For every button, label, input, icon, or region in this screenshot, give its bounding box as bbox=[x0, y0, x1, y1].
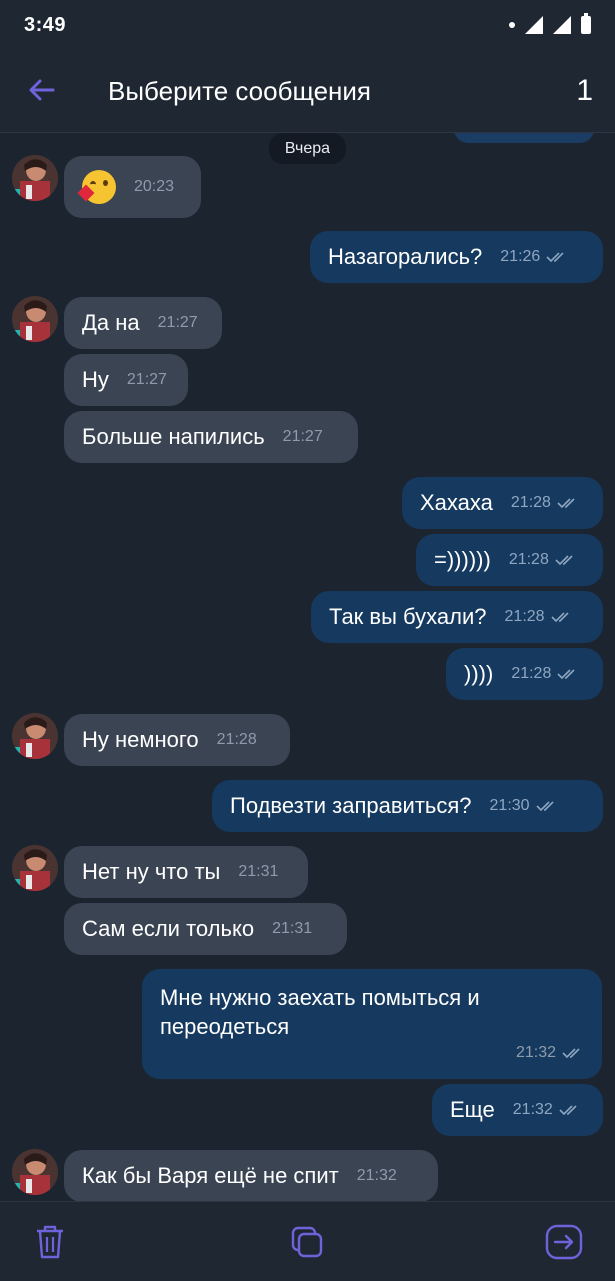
message-bubble-incoming[interactable]: Ну немного 21:28 bbox=[64, 714, 290, 766]
message-text: Сам если только bbox=[82, 916, 255, 941]
read-checkmarks-icon bbox=[550, 611, 573, 623]
message-time: 21:26 bbox=[500, 248, 541, 265]
status-bar: 3:49 bbox=[0, 0, 615, 52]
message-time: 21:28 bbox=[511, 665, 552, 682]
selected-count: 1 bbox=[576, 74, 593, 107]
message-time: 21:32 bbox=[515, 1044, 556, 1061]
message-time: 21:28 bbox=[504, 608, 545, 625]
selection-action-bar bbox=[0, 1201, 615, 1281]
read-checkmarks-icon bbox=[559, 1104, 581, 1116]
avatar[interactable] bbox=[12, 1149, 58, 1195]
message-time: 21:28 bbox=[510, 494, 551, 511]
message-text: Нет ну что ты bbox=[82, 859, 221, 884]
message-time: 21:30 bbox=[489, 797, 530, 814]
wifi-icon bbox=[525, 16, 543, 34]
message-text: Ну немного bbox=[82, 727, 199, 752]
read-checkmarks-icon bbox=[555, 554, 577, 566]
back-button[interactable] bbox=[22, 70, 62, 110]
read-checkmarks-icon bbox=[562, 1047, 584, 1059]
read-checkmarks-icon bbox=[557, 668, 579, 680]
contact-photo bbox=[12, 296, 58, 342]
message-text: Ну bbox=[82, 367, 109, 392]
copy-icon bbox=[291, 1226, 323, 1258]
message-time: 21:27 bbox=[282, 428, 323, 445]
page-title: Выберите сообщения bbox=[108, 76, 371, 106]
message-text-line-1: Мне нужно заехать помыться и bbox=[160, 985, 480, 1010]
message-time: 21:32 bbox=[512, 1101, 553, 1118]
message-bubble-outgoing[interactable]: Так вы бухали? 21:28 bbox=[311, 591, 603, 643]
message-bubble-incoming[interactable]: Сам если только 21:31 bbox=[64, 903, 347, 955]
read-checkmarks-icon bbox=[546, 251, 568, 263]
contact-photo bbox=[12, 155, 58, 201]
forward-icon bbox=[545, 1224, 583, 1260]
message-bubble-incoming[interactable]: 20:23 bbox=[64, 156, 201, 218]
kiss-wink-emoji-icon bbox=[77, 170, 116, 204]
copy-button[interactable] bbox=[287, 1222, 327, 1262]
message-text: Как бы Варя ещё не спит bbox=[82, 1163, 339, 1188]
read-checkmarks-icon bbox=[557, 497, 579, 509]
message-time: 21:28 bbox=[216, 731, 257, 748]
message-text: Да на bbox=[82, 310, 140, 335]
forward-button[interactable] bbox=[544, 1222, 584, 1262]
message-text: Назагорались? bbox=[328, 244, 483, 269]
signal-icon bbox=[553, 16, 571, 34]
message-text: Больше напились bbox=[82, 424, 265, 449]
message-time: 21:27 bbox=[157, 314, 198, 331]
contact-photo bbox=[12, 845, 58, 891]
trash-icon bbox=[37, 1225, 63, 1259]
message-bubble-outgoing[interactable]: Хахаха 21:28 bbox=[402, 477, 603, 529]
avatar[interactable] bbox=[12, 713, 58, 759]
chat-history[interactable]: Вчера 20:23 Назагорались? 21:26 Да на 21… bbox=[0, 133, 615, 1201]
read-checkmarks-icon bbox=[536, 800, 558, 812]
message-time: 21:27 bbox=[126, 371, 167, 388]
message-text: =)))))) bbox=[434, 547, 491, 572]
date-separator: Вчера bbox=[269, 133, 346, 164]
message-bubble-outgoing[interactable]: Назагорались? 21:26 bbox=[310, 231, 603, 283]
status-time: 3:49 bbox=[24, 14, 67, 36]
avatar[interactable] bbox=[12, 296, 58, 342]
message-bubble-outgoing[interactable]: Подвезти заправиться? 21:30 bbox=[212, 780, 603, 832]
message-bubble-partial[interactable] bbox=[454, 133, 594, 143]
message-bubble-incoming[interactable]: Нет ну что ты 21:31 bbox=[64, 846, 308, 898]
message-time: 21:32 bbox=[356, 1167, 397, 1184]
contact-photo bbox=[12, 1149, 58, 1195]
app-bar: Выберите сообщения 1 bbox=[0, 52, 615, 133]
message-bubble-outgoing[interactable]: )))) 21:28 bbox=[446, 648, 603, 700]
message-text: )))) bbox=[464, 661, 494, 686]
message-text: Еще bbox=[450, 1097, 495, 1122]
arrow-left-icon bbox=[29, 79, 55, 101]
message-text: Подвезти заправиться? bbox=[230, 793, 472, 818]
message-bubble-incoming[interactable]: Да на 21:27 bbox=[64, 297, 222, 349]
message-time: 21:28 bbox=[508, 551, 549, 568]
message-time: 21:31 bbox=[238, 863, 279, 880]
notification-dot-icon bbox=[509, 22, 515, 28]
message-bubble-incoming[interactable]: Ну 21:27 bbox=[64, 354, 188, 406]
message-time: 20:23 bbox=[134, 178, 175, 195]
message-bubble-incoming[interactable]: Больше напились 21:27 bbox=[64, 411, 358, 463]
message-bubble-outgoing[interactable]: =)))))) 21:28 bbox=[416, 534, 603, 586]
status-icons bbox=[509, 13, 591, 34]
message-bubble-incoming[interactable]: Как бы Варя ещё не спит 21:32 bbox=[64, 1150, 438, 1201]
avatar[interactable] bbox=[12, 155, 58, 201]
message-bubble-outgoing[interactable]: Мне нужно заехать помыться и переодеться… bbox=[142, 969, 602, 1079]
delete-button[interactable] bbox=[30, 1222, 70, 1262]
battery-icon bbox=[581, 13, 591, 34]
message-time: 21:31 bbox=[272, 920, 313, 937]
message-text: Хахаха bbox=[420, 490, 493, 515]
avatar[interactable] bbox=[12, 845, 58, 891]
message-bubble-outgoing[interactable]: Еще 21:32 bbox=[432, 1084, 603, 1136]
contact-photo bbox=[12, 713, 58, 759]
message-text-line-2: переодеться bbox=[160, 1014, 290, 1039]
message-text: Так вы бухали? bbox=[329, 604, 487, 629]
